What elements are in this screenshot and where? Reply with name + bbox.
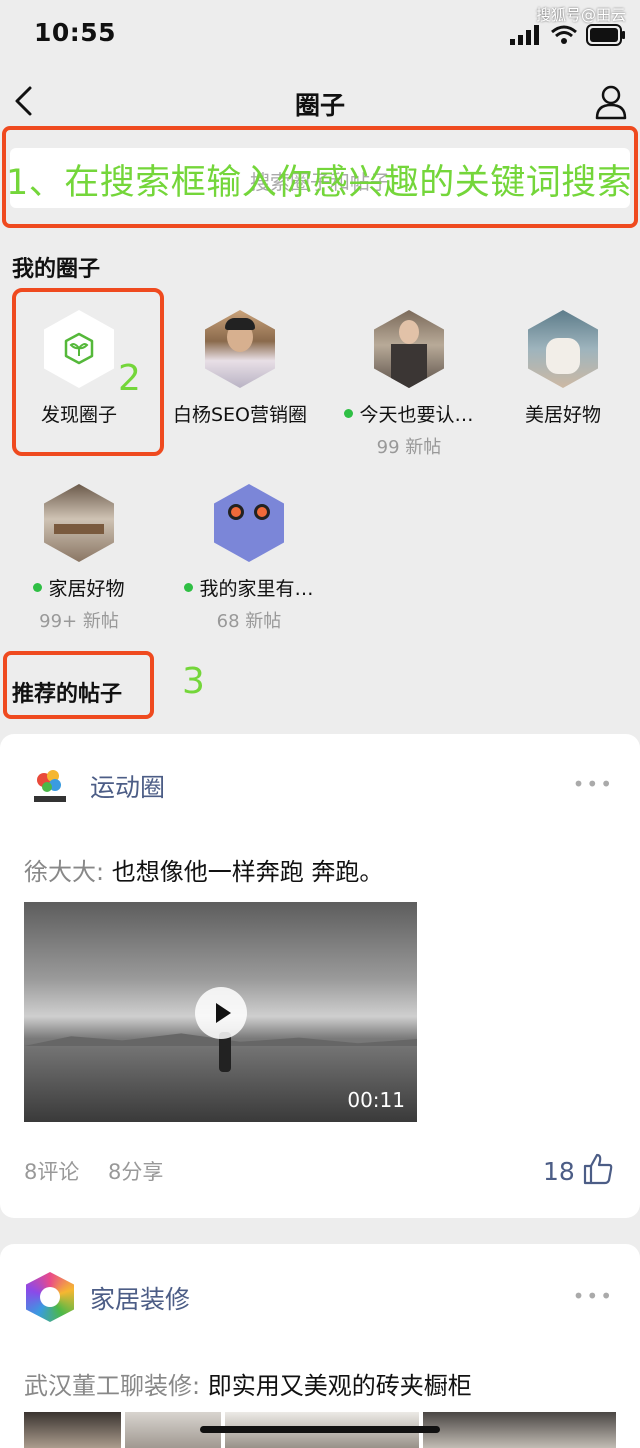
circle-name: 我的家里有… (199, 578, 314, 600)
wifi-icon (551, 25, 577, 44)
my-circles-title: 我的圈子 (12, 257, 101, 282)
circle-name: 今天也要认… (359, 404, 474, 426)
page-title: 圈子 (294, 91, 345, 120)
post-image[interactable] (422, 1412, 616, 1448)
avatar (374, 310, 444, 388)
post-card[interactable]: 运动圈 ••• 徐大大: 也想像他一样奔跑 奔跑。 00:11 8评论 8分享 … (0, 734, 640, 1218)
post-content: 也想像他一样奔跑 奔跑。 (104, 858, 384, 886)
thumbs-up-icon[interactable] (582, 1152, 614, 1186)
unread-dot (184, 583, 194, 592)
post-circle-name[interactable]: 运动圈 (90, 768, 165, 804)
home-decor-logo-icon (26, 1272, 74, 1322)
avatar (205, 310, 275, 388)
circle-item-myhome[interactable]: 我的家里有… 68 新帖 (174, 484, 324, 633)
more-options-icon[interactable]: ••• (573, 772, 614, 796)
post-circle-name[interactable]: 家居装修 (90, 1280, 190, 1316)
circle-name: 白杨SEO营销圈 (172, 404, 308, 426)
watermark: 搜狐号@田云 (535, 6, 626, 24)
new-posts-count: 99 新帖 (376, 437, 442, 458)
more-options-icon[interactable]: ••• (573, 1284, 614, 1308)
new-posts-count: 68 新帖 (216, 611, 282, 632)
circle-item-today[interactable]: 今天也要认… 99 新帖 (334, 310, 484, 459)
battery-icon (586, 24, 625, 46)
post-content: 即实用又美观的砖夹橱柜 (200, 1372, 472, 1400)
signal-icon (510, 25, 539, 45)
sports-logo-icon (28, 766, 72, 806)
like-count: 18 (543, 1157, 575, 1186)
circle-name: 家居好物 (48, 578, 125, 600)
status-icons (510, 24, 626, 46)
annotation-box-discover (12, 288, 164, 456)
circle-item-baiyang[interactable]: 白杨SEO营销圈 (165, 310, 315, 427)
unread-dot (33, 583, 43, 592)
play-icon (216, 1003, 231, 1023)
room-image (44, 484, 114, 562)
video-duration: 00:11 (347, 1088, 405, 1112)
circle-name: 美居好物 (524, 404, 601, 426)
circle-item-jiaju[interactable]: 家居好物 99+ 新帖 (4, 484, 154, 633)
profile-icon[interactable] (594, 84, 628, 120)
annotation-step1: 1、在搜索框输入你感兴趣的关键词搜索 (6, 163, 633, 203)
post-image[interactable] (24, 1412, 121, 1448)
post-text: 武汉董工聊装修: 即实用又美观的砖夹橱柜 (24, 1366, 472, 1401)
unread-dot (344, 409, 354, 418)
chair-image (528, 310, 598, 388)
post-card[interactable]: 家居装修 ••• 武汉董工聊装修: 即实用又美观的砖夹橱柜 (0, 1244, 640, 1448)
play-button[interactable] (195, 987, 247, 1039)
comment-count[interactable]: 8评论 (24, 1156, 79, 1186)
annotation-step2: 2 (118, 358, 141, 399)
circle-item-meiju[interactable]: 美居好物 (488, 310, 638, 427)
annotation-box-recommended (3, 651, 154, 719)
share-count[interactable]: 8分享 (108, 1156, 163, 1186)
new-posts-count: 99+ 新帖 (39, 611, 119, 632)
post-text: 徐大大: 也想像他一样奔跑 奔跑。 (24, 852, 383, 887)
cartoon-face-image (214, 484, 284, 562)
post-author[interactable]: 武汉董工聊装修: (24, 1372, 200, 1400)
annotation-step3: 3 (182, 661, 205, 702)
video-thumbnail[interactable]: 00:11 (24, 902, 417, 1122)
status-time: 10:55 (34, 18, 117, 47)
home-indicator (200, 1426, 440, 1433)
post-author[interactable]: 徐大大: (24, 858, 104, 886)
